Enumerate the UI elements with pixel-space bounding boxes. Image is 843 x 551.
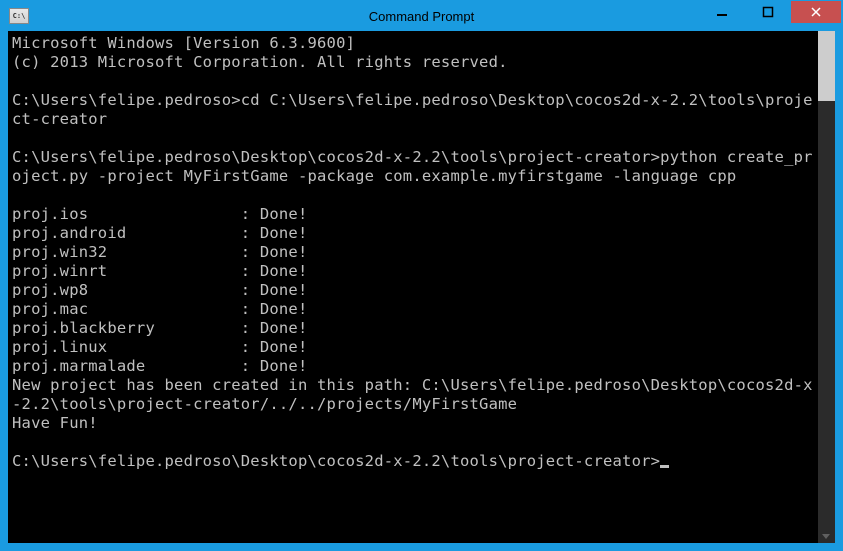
terminal-line: C:\Users\felipe.pedroso>cd C:\Users\feli… xyxy=(12,91,814,129)
cursor xyxy=(660,465,669,468)
terminal-line: Microsoft Windows [Version 6.3.9600] xyxy=(12,34,814,53)
maximize-button[interactable] xyxy=(745,1,791,23)
terminal-line: C:\Users\felipe.pedroso\Desktop\cocos2d-… xyxy=(12,148,814,186)
scrollbar-thumb[interactable] xyxy=(818,31,835,101)
terminal-line: proj.linux : Done! xyxy=(12,338,814,357)
minimize-icon xyxy=(716,6,728,18)
titlebar[interactable]: C:\ Command Prompt xyxy=(1,1,842,31)
scrollbar-vertical[interactable] xyxy=(818,31,835,543)
close-button[interactable] xyxy=(791,1,841,23)
minimize-button[interactable] xyxy=(699,1,745,23)
terminal-line: proj.blackberry : Done! xyxy=(12,319,814,338)
terminal-line: New project has been created in this pat… xyxy=(12,376,814,414)
terminal-line xyxy=(12,186,814,205)
terminal-line: proj.win32 : Done! xyxy=(12,243,814,262)
command-prompt-window: C:\ Command Prompt Microsoft Window xyxy=(0,0,843,551)
client-area: Microsoft Windows [Version 6.3.9600](c) … xyxy=(8,31,835,543)
terminal-line: proj.winrt : Done! xyxy=(12,262,814,281)
terminal-line: (c) 2013 Microsoft Corporation. All righ… xyxy=(12,53,814,72)
window-controls xyxy=(699,1,842,23)
terminal-prompt-line: C:\Users\felipe.pedroso\Desktop\cocos2d-… xyxy=(12,452,814,471)
terminal-line xyxy=(12,72,814,91)
terminal-output[interactable]: Microsoft Windows [Version 6.3.9600](c) … xyxy=(8,31,818,543)
maximize-icon xyxy=(762,6,774,18)
terminal-line: proj.ios : Done! xyxy=(12,205,814,224)
terminal-line: proj.wp8 : Done! xyxy=(12,281,814,300)
terminal-line: proj.marmalade : Done! xyxy=(12,357,814,376)
terminal-line xyxy=(12,433,814,452)
terminal-line xyxy=(12,129,814,148)
terminal-line: proj.android : Done! xyxy=(12,224,814,243)
app-icon[interactable]: C:\ xyxy=(9,8,29,24)
terminal-line: Have Fun! xyxy=(12,414,814,433)
close-icon xyxy=(810,6,822,18)
terminal-line: proj.mac : Done! xyxy=(12,300,814,319)
